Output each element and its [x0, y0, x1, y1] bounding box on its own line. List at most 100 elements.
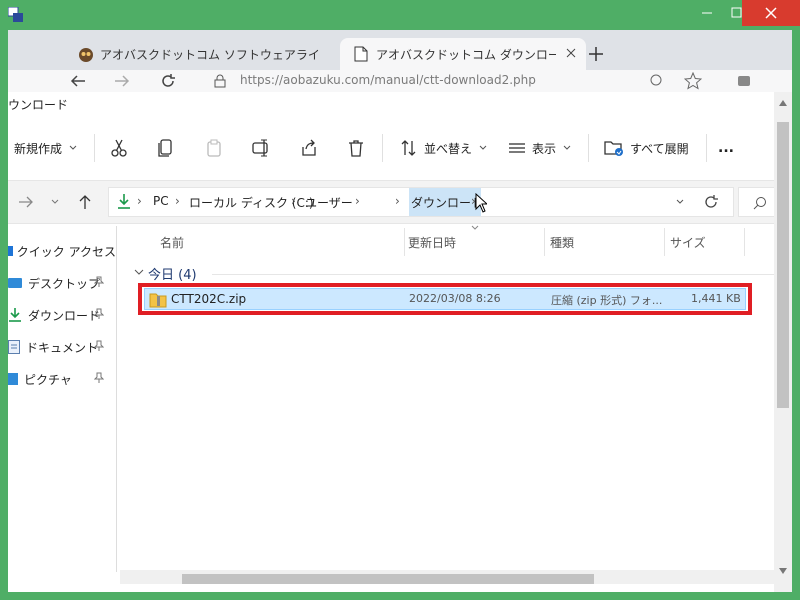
close-icon — [765, 7, 777, 19]
scissors-icon — [111, 139, 127, 157]
zip-folder-icon — [149, 293, 167, 308]
vertical-scrollbar[interactable] — [774, 92, 792, 592]
column-divider[interactable] — [664, 228, 665, 256]
sidebar-item-quick-access[interactable]: クイック アクセス — [8, 240, 116, 262]
favorite-star-icon[interactable] — [684, 72, 702, 90]
app-system-icon[interactable] — [8, 7, 24, 23]
close-button[interactable] — [742, 0, 800, 26]
file-name[interactable]: CTT202C.zip — [171, 292, 246, 306]
download-icon — [9, 308, 21, 322]
new-tab-icon[interactable] — [588, 46, 604, 62]
refresh-icon[interactable] — [160, 73, 176, 89]
mouse-cursor-icon — [475, 193, 487, 213]
star-icon — [8, 246, 13, 256]
horizontal-scrollbar[interactable] — [120, 570, 774, 584]
forward-icon[interactable] — [114, 74, 130, 88]
scroll-up-icon[interactable] — [779, 100, 787, 106]
extensions-icon[interactable] — [736, 72, 752, 88]
sidebar-item-documents[interactable]: ドキュメント — [8, 336, 116, 358]
command-bar: 新規作成 並べ替え 表示 すべて展開 ... — [8, 120, 792, 176]
rename-button[interactable] — [252, 132, 272, 164]
vertical-scroll-thumb[interactable] — [777, 122, 789, 408]
more-options-button[interactable]: ... — [718, 132, 734, 164]
sidebar-item-label: クイック アクセス — [16, 244, 116, 259]
delete-button[interactable] — [348, 132, 364, 164]
clipboard-icon — [207, 139, 221, 157]
chevron-down-icon — [69, 145, 77, 150]
toolbar-divider — [706, 134, 707, 162]
chevron-down-icon — [479, 145, 487, 150]
breadcrumb-separator: › — [137, 194, 142, 208]
column-header-name[interactable]: 名前 — [160, 234, 184, 251]
picture-icon — [8, 373, 18, 385]
sort-label: 並べ替え — [424, 141, 473, 156]
tab-close-icon[interactable] — [566, 48, 576, 58]
refresh-folder-icon[interactable] — [703, 194, 719, 210]
pin-icon — [94, 372, 104, 383]
copy-icon — [158, 139, 172, 157]
sort-button[interactable]: 並べ替え — [400, 132, 488, 164]
file-modified: 2022/03/08 8:26 — [409, 292, 501, 305]
path-dropdown-chevron-icon[interactable] — [675, 197, 685, 207]
table-row[interactable]: CTT202C.zip 2022/03/08 8:26 圧縮 (zip 形式) … — [144, 288, 746, 310]
navigation-bar: › PC › ローカル ディスク (C:) › ユーザー › › ダウンロード … — [8, 180, 792, 224]
file-list: 名前 更新日時 種類 サイズ 今日 (4) CTT202C.zip 2022/0… — [120, 224, 774, 570]
rename-icon — [252, 139, 268, 157]
trash-icon — [349, 140, 363, 157]
back-icon[interactable] — [70, 74, 86, 88]
sort-icon — [401, 140, 416, 156]
pane-divider[interactable] — [116, 226, 117, 572]
scroll-down-icon[interactable] — [779, 568, 787, 574]
window-titlebar — [0, 0, 800, 30]
column-divider[interactable] — [544, 228, 545, 256]
search-icon — [753, 196, 767, 210]
lock-icon[interactable] — [214, 74, 226, 88]
chevron-down-icon — [563, 145, 571, 150]
pin-icon — [94, 308, 104, 319]
forward-arrow-icon[interactable] — [18, 195, 34, 209]
column-header-type[interactable]: 種類 — [550, 234, 574, 251]
horizontal-scroll-thumb[interactable] — [182, 574, 594, 584]
browser-tab-download-thanks[interactable]: アオバスクドットコム ダウンロード有難う — [340, 38, 586, 70]
address-bar: https://aobazuku.com/manual/ctt-download… — [8, 70, 792, 92]
column-divider[interactable] — [744, 228, 745, 256]
browser-tab-software-library[interactable]: アオバスクドットコム ソフトウェアライブラ — [48, 38, 338, 70]
recent-locations-chevron-icon[interactable] — [50, 197, 60, 207]
column-divider[interactable] — [404, 228, 405, 256]
page-favicon-icon — [354, 46, 368, 62]
group-header-today[interactable]: 今日 (4) — [148, 264, 197, 283]
zoom-icon[interactable] — [650, 74, 664, 88]
breadcrumb-separator: › — [175, 194, 180, 208]
column-header-size[interactable]: サイズ — [670, 234, 706, 251]
pin-icon — [94, 340, 104, 351]
more-label: ... — [718, 140, 734, 156]
file-type: 圧縮 (zip 形式) フォ... — [551, 294, 663, 307]
toolbar-divider — [588, 134, 589, 162]
sidebar-item-pictures[interactable]: ピクチャ — [8, 368, 116, 390]
extract-folder-icon — [604, 141, 623, 156]
url-text[interactable]: https://aobazuku.com/manual/ctt-download… — [240, 73, 536, 87]
copy-button[interactable] — [158, 132, 174, 164]
share-button[interactable] — [300, 132, 318, 164]
new-button[interactable]: 新規作成 — [14, 132, 78, 164]
paste-button[interactable] — [206, 132, 222, 164]
cut-button[interactable] — [110, 132, 128, 164]
browser-window: アオバスクドットコム ソフトウェアライブラ アオバスクドットコム ダウンロード有… — [8, 30, 792, 92]
breadcrumb-users[interactable]: ユーザー — [305, 194, 353, 211]
share-icon — [302, 139, 316, 156]
breadcrumb-separator: › — [395, 194, 400, 208]
breadcrumb-pc[interactable]: PC — [153, 194, 169, 208]
minimize-button[interactable] — [684, 0, 730, 26]
group-collapse-chevron-icon[interactable] — [134, 268, 144, 276]
up-arrow-icon[interactable] — [78, 194, 92, 210]
breadcrumb-separator: › — [291, 194, 296, 208]
file-explorer-window: ウンロード 新規作成 並べ替え 表示 すべて展開 ... › PC › ローカル… — [8, 92, 792, 592]
download-location-icon — [117, 193, 131, 209]
sidebar-item-downloads[interactable]: ダウンロード — [8, 304, 116, 326]
column-header-modified[interactable]: 更新日時 — [408, 234, 456, 251]
sidebar-item-desktop[interactable]: デスクトップ — [8, 272, 116, 294]
view-button[interactable]: 表示 — [508, 132, 572, 164]
sort-chevron-icon — [470, 224, 480, 232]
address-path-box[interactable]: › PC › ローカル ディスク (C:) › ユーザー › › ダウンロード … — [108, 187, 734, 217]
extract-all-button[interactable]: すべて展開 — [604, 132, 689, 164]
